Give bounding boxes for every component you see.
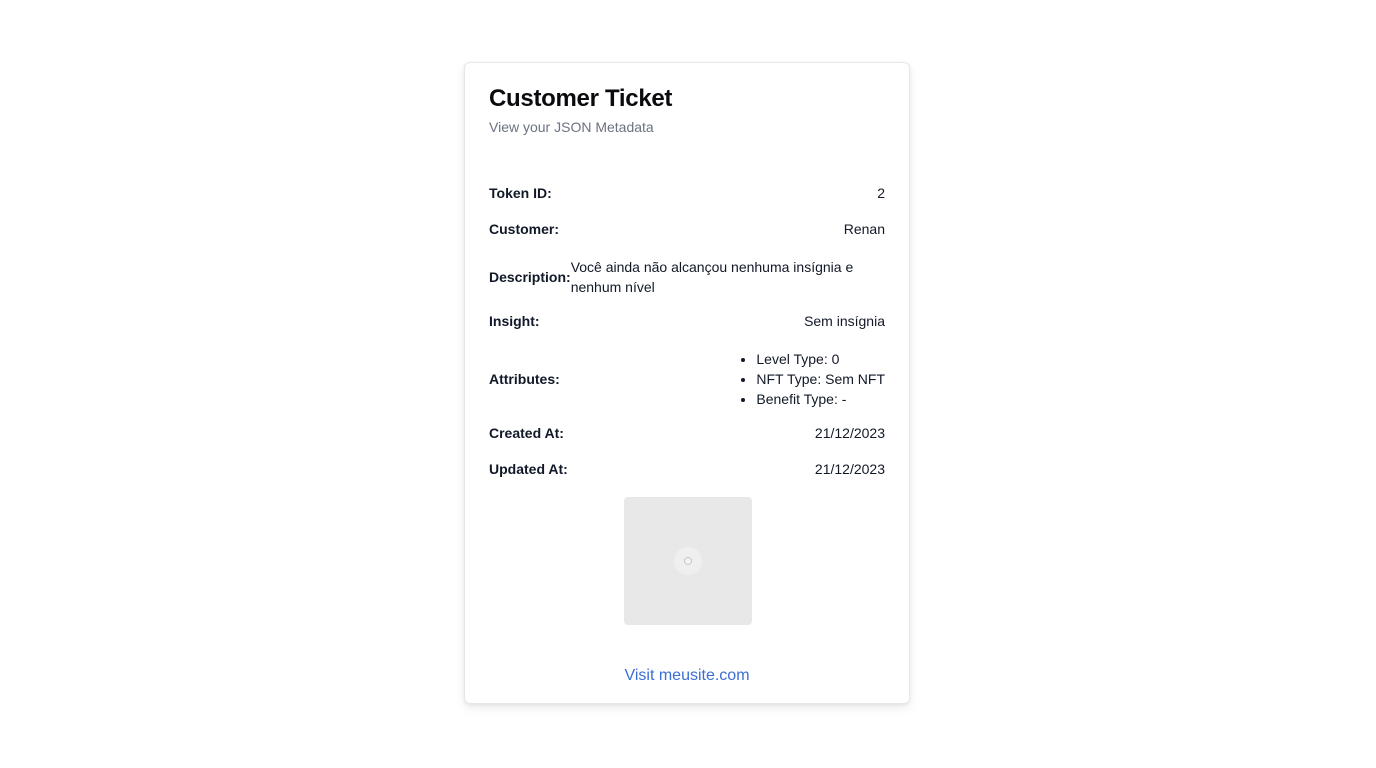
ticket-image: [624, 497, 752, 625]
image-placeholder-icon: [674, 547, 702, 575]
attributes-label: Attributes:: [489, 371, 560, 387]
customer-label: Customer:: [489, 221, 560, 237]
card-subtitle: View your JSON Metadata: [489, 119, 654, 135]
token-id-row: Token ID: 2: [489, 185, 885, 201]
description-row: Description: Você ainda não alcançou nen…: [489, 257, 885, 297]
insight-row: Insight: Sem insígnia: [489, 313, 885, 329]
attribute-nft-type: NFT Type: Sem NFT: [756, 369, 885, 389]
attribute-benefit-type: Benefit Type: -: [756, 389, 885, 409]
card-title: Customer Ticket: [489, 85, 673, 112]
updated-at-row: Updated At: 21/12/2023: [489, 461, 885, 477]
attribute-level-type: Level Type: 0: [756, 349, 885, 369]
insight-value: Sem insígnia: [804, 313, 885, 329]
visit-site-link[interactable]: Visit meusite.com: [465, 667, 909, 685]
customer-ticket-card: Customer Ticket View your JSON Metadata …: [464, 62, 910, 704]
description-label: Description:: [489, 269, 571, 285]
created-at-value: 21/12/2023: [814, 425, 885, 441]
attributes-row: Attributes: Level Type: 0 NFT Type: Sem …: [489, 349, 885, 409]
insight-label: Insight:: [489, 313, 540, 329]
attributes-list: Level Type: 0 NFT Type: Sem NFT Benefit …: [736, 349, 885, 409]
updated-at-label: Updated At:: [489, 461, 568, 477]
customer-row: Customer: Renan: [489, 221, 885, 237]
description-value: Você ainda não alcançou nenhuma insígnia…: [570, 259, 854, 295]
token-id-label: Token ID:: [489, 185, 552, 201]
customer-value: Renan: [843, 221, 885, 237]
created-at-label: Created At:: [489, 425, 564, 441]
created-at-row: Created At: 21/12/2023: [489, 425, 885, 441]
token-id-value: 2: [877, 185, 885, 201]
updated-at-value: 21/12/2023: [814, 461, 885, 477]
